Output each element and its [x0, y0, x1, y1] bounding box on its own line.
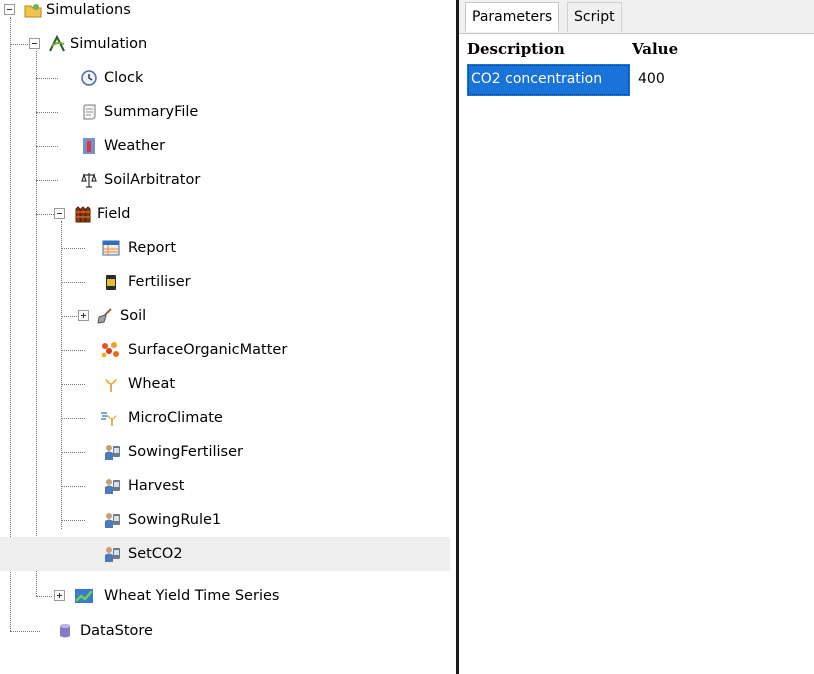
tree-node-microclimate[interactable]: MicroClimate [0, 401, 455, 435]
manager-farmer-icon [102, 477, 120, 495]
tree-node-label: Weather [104, 138, 166, 154]
tree-node-surfaceorganicmatter[interactable]: SurfaceOrganicMatter [0, 333, 455, 367]
column-header-value[interactable]: Value [632, 38, 678, 60]
properties-pane: Parameters Script Description Value CO2 … [459, 0, 814, 674]
expand-toggle[interactable] [54, 590, 65, 601]
tree-node-wheat[interactable]: Wheat [0, 367, 455, 401]
tree-node-label: Simulations [46, 2, 131, 18]
tree-node-sowingrule1[interactable]: SowingRule1 [0, 503, 455, 537]
tree-node-setco2[interactable]: SetCO2 [0, 537, 450, 571]
scales-icon [80, 171, 98, 189]
tree-node-simulations[interactable]: Simulations [0, 0, 455, 27]
tab-bar: Parameters Script [459, 0, 814, 34]
tree-node-soilarbitrator[interactable]: SoilArbitrator [0, 163, 455, 197]
tree-node-label: SurfaceOrganicMatter [128, 342, 288, 358]
tree-node-label: SoilArbitrator [104, 172, 201, 188]
wheat-icon [102, 375, 120, 393]
tree-node-wheat-yield-time-series[interactable]: Wheat Yield Time Series [0, 579, 455, 613]
tree-node-datastore[interactable]: DataStore [0, 614, 455, 648]
tree-node-weather[interactable]: Weather [0, 129, 455, 163]
graph-icon [74, 587, 93, 605]
tree-node-clock[interactable]: Clock [0, 61, 455, 95]
tree-node-fertiliser[interactable]: Fertiliser [0, 265, 455, 299]
scroll-icon [80, 103, 98, 121]
tree-node-label: SowingRule1 [128, 512, 222, 528]
tree-node-soil[interactable]: Soil [0, 299, 455, 333]
simulation-icon [48, 35, 66, 53]
tree-node-report[interactable]: Report [0, 231, 455, 265]
tree-node-label: SetCO2 [128, 546, 183, 562]
clock-icon [80, 69, 98, 87]
tree-node-label: Fertiliser [128, 274, 191, 290]
tree-node-field[interactable]: Field [0, 197, 455, 231]
tree-node-label: Harvest [128, 478, 185, 494]
shovel-icon [96, 307, 114, 325]
tree-node-label: Field [97, 206, 131, 222]
tree-node-label: Report [128, 240, 177, 256]
tree-node-simulation[interactable]: Simulation [0, 27, 455, 61]
tab-label: Script [574, 9, 615, 25]
manager-farmer-icon [102, 545, 120, 563]
tree-node-label: Soil [120, 308, 147, 324]
tree-node-label: Clock [104, 70, 144, 86]
tree-node-label: SummaryFile [104, 104, 199, 120]
fertiliser-bag-icon [102, 273, 120, 291]
tab-parameters[interactable]: Parameters [465, 2, 560, 32]
tree-node-label: DataStore [80, 623, 153, 639]
organic-matter-icon [100, 341, 119, 359]
tree-node-harvest[interactable]: Harvest [0, 469, 455, 503]
collapse-toggle[interactable] [4, 4, 15, 15]
collapse-toggle[interactable] [54, 208, 65, 219]
tree-node-label: MicroClimate [128, 410, 223, 426]
tab-label: Parameters [472, 9, 553, 25]
thermometer-icon [80, 137, 98, 155]
tree-node-sowingfertiliser[interactable]: SowingFertiliser [0, 435, 455, 469]
tree-node-label: Wheat [128, 376, 176, 392]
fence-icon [74, 205, 92, 223]
simulation-tree[interactable]: Simulations Simulation Clock SummaryFile… [0, 0, 455, 674]
microclimate-icon [100, 409, 118, 427]
manager-farmer-icon [102, 511, 120, 529]
tree-node-label: SowingFertiliser [128, 444, 243, 460]
column-header-description[interactable]: Description [467, 38, 565, 60]
tab-script[interactable]: Script [567, 2, 622, 32]
manager-farmer-icon [102, 443, 120, 461]
cell-value[interactable]: 400 [632, 64, 665, 96]
tree-node-label: Wheat Yield Time Series [104, 588, 280, 604]
report-table-icon [102, 239, 120, 257]
cell-description-selected[interactable]: CO2 concentration [467, 64, 630, 96]
tree-node-summaryfile[interactable]: SummaryFile [0, 95, 455, 129]
tree-node-label: Simulation [70, 36, 148, 52]
simulations-folder-icon [24, 1, 42, 19]
collapse-toggle[interactable] [29, 38, 40, 49]
expand-toggle[interactable] [78, 310, 89, 321]
database-icon [56, 622, 74, 640]
